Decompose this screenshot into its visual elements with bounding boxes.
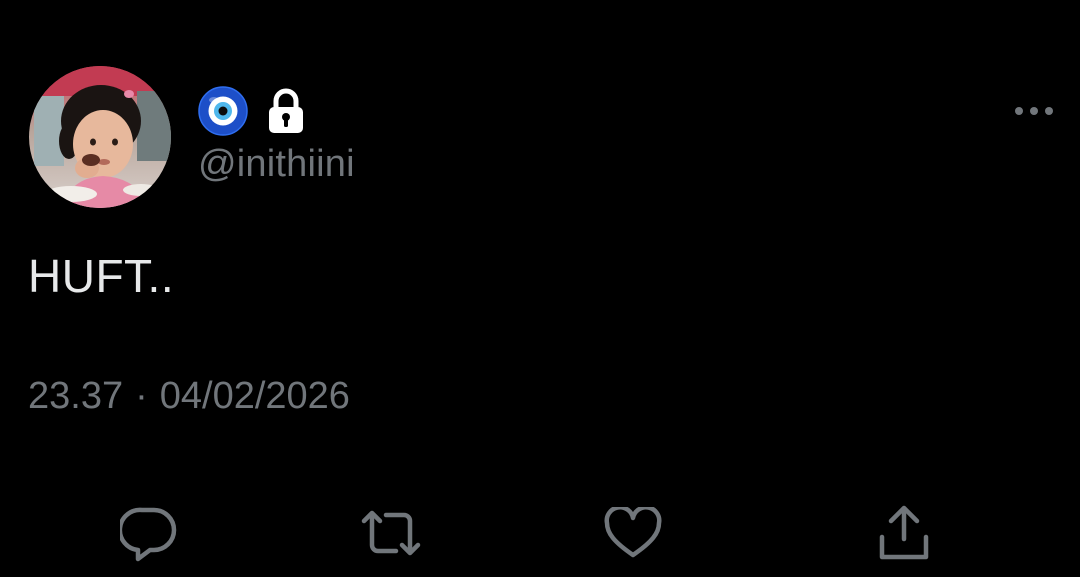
action-bar	[0, 500, 1080, 570]
repost-button[interactable]	[356, 500, 426, 570]
meta-separator: ·	[135, 375, 148, 417]
heart-icon	[604, 504, 662, 564]
nazar-amulet-icon	[198, 86, 248, 136]
lock-icon	[266, 88, 306, 134]
avatar[interactable]	[29, 66, 171, 208]
tweet: @inithiini HUFT.. 23.37 · 04/02/2026	[0, 0, 1080, 577]
repost-icon	[356, 505, 426, 566]
tweet-timestamp[interactable]: 23.37 · 04/02/2026	[28, 372, 350, 420]
more-horizontal-icon	[1014, 103, 1054, 121]
tweet-date: 04/02/2026	[159, 375, 350, 417]
like-button[interactable]	[598, 500, 668, 570]
more-options-button[interactable]	[1008, 98, 1060, 126]
share-icon	[875, 503, 933, 568]
display-name[interactable]	[198, 86, 306, 136]
tweet-time: 23.37	[28, 375, 124, 417]
reply-button[interactable]	[114, 500, 184, 570]
reply-icon	[117, 504, 178, 567]
avatar-photo	[29, 66, 171, 208]
tweet-text: HUFT..	[28, 250, 175, 302]
user-handle[interactable]: @inithiini	[198, 140, 355, 188]
share-button[interactable]	[869, 500, 939, 570]
